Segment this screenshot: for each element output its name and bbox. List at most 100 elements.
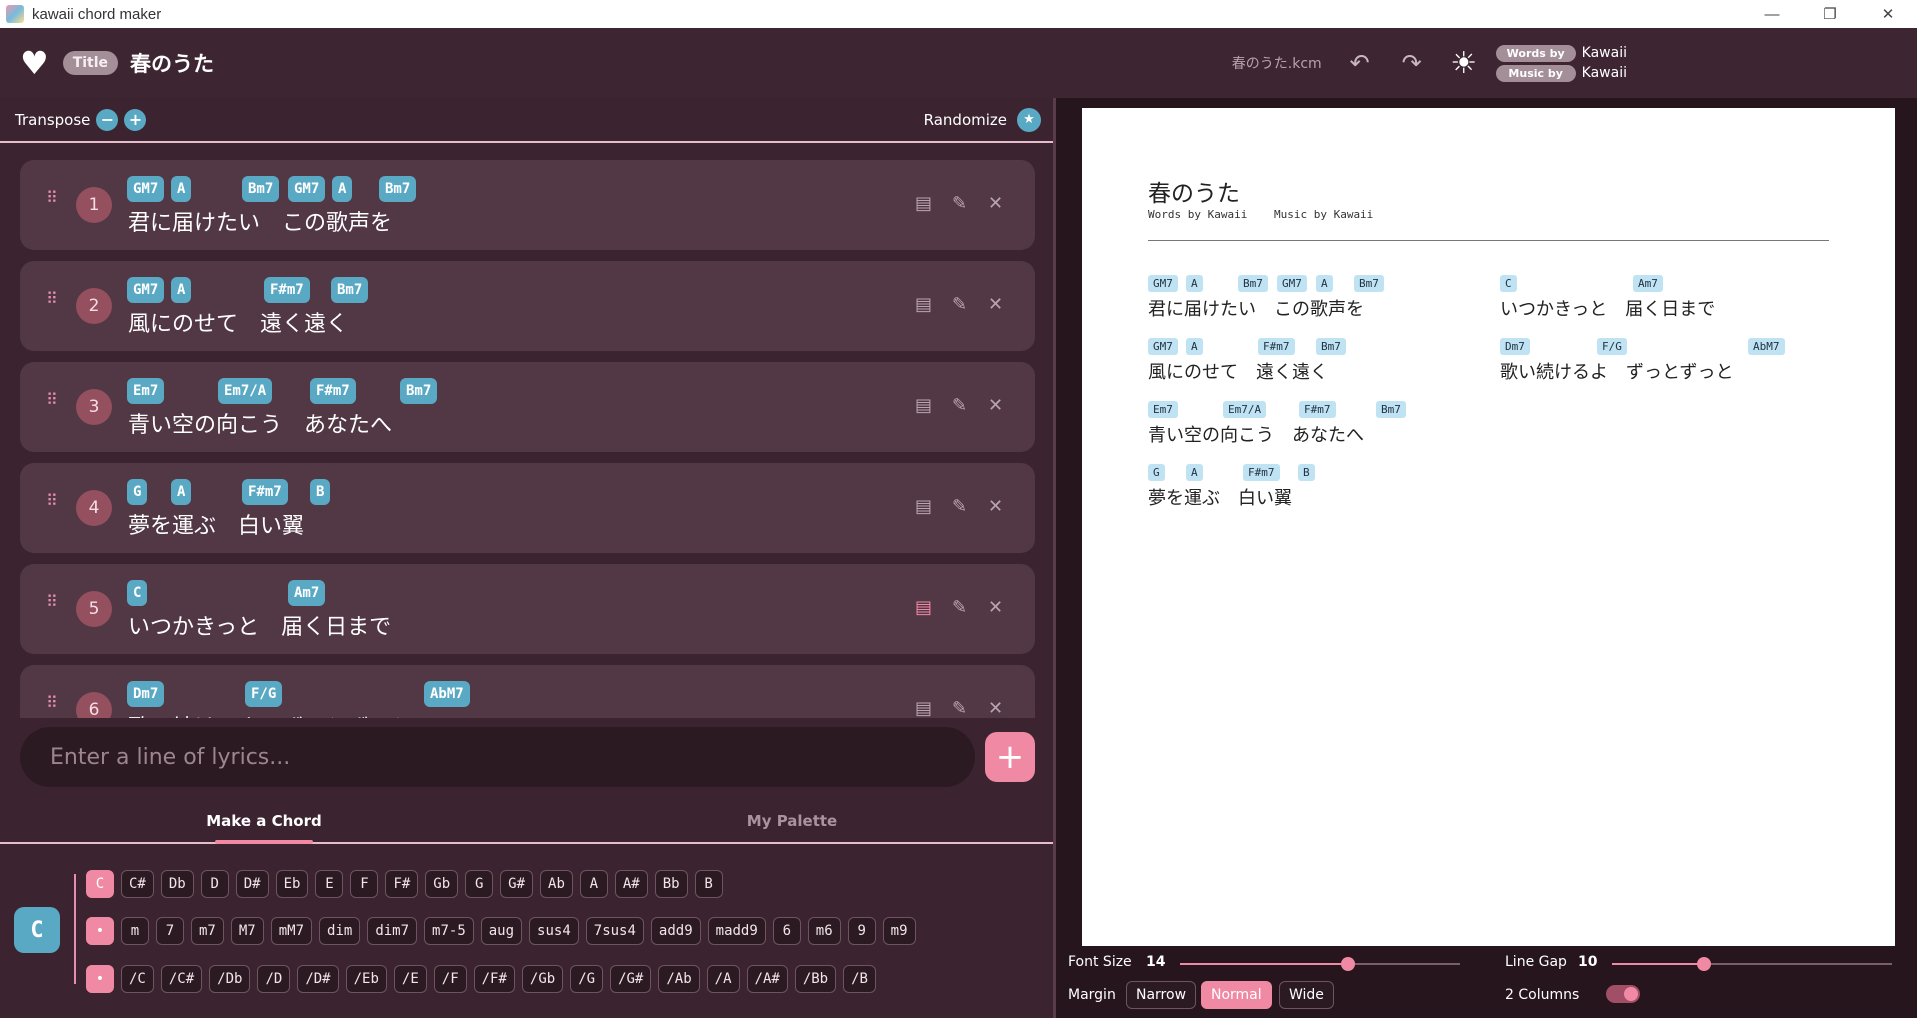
lyric-text[interactable]: いつかきっと 届く日まで bbox=[128, 609, 391, 641]
edit-icon[interactable]: ✎ bbox=[952, 698, 967, 718]
quality-button[interactable]: 7sus4 bbox=[585, 917, 644, 945]
root-note-button[interactable]: A# bbox=[614, 870, 648, 898]
root-note-button[interactable]: C bbox=[86, 870, 114, 898]
bass-note-button[interactable]: /F# bbox=[473, 965, 515, 993]
lyric-text[interactable]: 夢を運ぶ 白い翼 bbox=[128, 508, 304, 540]
quality-button[interactable]: m bbox=[121, 917, 149, 945]
lyric-input[interactable] bbox=[20, 727, 975, 787]
lyric-text[interactable]: 青い空の向こう あなたへ bbox=[128, 407, 392, 439]
root-note-button[interactable]: A bbox=[579, 870, 608, 898]
chord-tag[interactable]: Em7 bbox=[127, 378, 165, 404]
lyric-line[interactable]: ⠿ 1 GM7 A Bm7 GM7 A Bm7 君に届けたい この歌声を ▤ ✎… bbox=[20, 160, 1035, 250]
lyric-line[interactable]: ⠿ 4 G A F#m7 B 夢を運ぶ 白い翼 ▤ ✎ ✕ bbox=[20, 463, 1035, 553]
drag-handle-icon[interactable]: ⠿ bbox=[46, 493, 60, 519]
close-window-icon[interactable]: ✕ bbox=[1859, 0, 1917, 28]
bass-note-button[interactable]: /G bbox=[570, 965, 604, 993]
bass-note-button[interactable]: /G# bbox=[610, 965, 652, 993]
drag-handle-icon[interactable]: ⠿ bbox=[46, 695, 60, 718]
column-break-icon[interactable]: ▤ bbox=[915, 496, 932, 517]
root-note-button[interactable]: D# bbox=[235, 870, 269, 898]
root-note-button[interactable]: C# bbox=[121, 870, 154, 898]
delete-icon[interactable]: ✕ bbox=[988, 597, 1003, 618]
quality-button[interactable]: add9 bbox=[650, 917, 701, 945]
delete-icon[interactable]: ✕ bbox=[988, 294, 1003, 315]
lyric-text[interactable]: 歌い続けるよ ずっとずっと bbox=[128, 710, 413, 718]
bass-note-button[interactable]: /D bbox=[257, 965, 291, 993]
chord-tag[interactable]: Am7 bbox=[288, 580, 326, 606]
chord-tag[interactable]: Em7/A bbox=[218, 378, 273, 404]
bass-note-button[interactable]: /F bbox=[433, 965, 467, 993]
delete-icon[interactable]: ✕ bbox=[988, 395, 1003, 416]
root-note-button[interactable]: E bbox=[315, 870, 344, 898]
quality-button[interactable]: m6 bbox=[807, 917, 841, 945]
lyric-lines-list[interactable]: ⠿ 1 GM7 A Bm7 GM7 A Bm7 君に届けたい この歌声を ▤ ✎… bbox=[0, 145, 1056, 718]
lyric-line[interactable]: ⠿ 5 C Am7 いつかきっと 届く日まで ▤ ✎ ✕ bbox=[20, 564, 1035, 654]
line-gap-slider[interactable] bbox=[1612, 957, 1892, 971]
bass-note-button[interactable]: /E bbox=[393, 965, 427, 993]
margin-narrow-button[interactable]: Narrow bbox=[1126, 981, 1197, 1009]
quality-button[interactable]: 9 bbox=[847, 917, 876, 945]
chord-tag[interactable]: Bm7 bbox=[331, 277, 369, 303]
quality-button[interactable]: madd9 bbox=[707, 917, 766, 945]
delete-icon[interactable]: ✕ bbox=[988, 496, 1003, 517]
drag-handle-icon[interactable]: ⠿ bbox=[46, 291, 60, 317]
music-by-value[interactable]: Kawaii bbox=[1582, 65, 1627, 81]
edit-icon[interactable]: ✎ bbox=[952, 193, 967, 214]
quality-button[interactable]: • bbox=[86, 917, 114, 945]
drag-handle-icon[interactable]: ⠿ bbox=[46, 594, 60, 620]
root-note-button[interactable]: G bbox=[465, 870, 494, 898]
redo-icon[interactable]: ↷ bbox=[1398, 49, 1426, 77]
edit-icon[interactable]: ✎ bbox=[952, 294, 967, 315]
add-line-button[interactable]: + bbox=[985, 732, 1035, 782]
chord-tag[interactable]: C bbox=[127, 580, 148, 606]
randomize-star-icon[interactable]: ★ bbox=[1017, 107, 1041, 132]
root-note-button[interactable]: Gb bbox=[425, 870, 459, 898]
drag-handle-icon[interactable]: ⠿ bbox=[46, 190, 60, 216]
undo-icon[interactable]: ↶ bbox=[1346, 49, 1374, 77]
chord-tag[interactable]: GM7 bbox=[127, 277, 165, 303]
chord-tag[interactable]: A bbox=[332, 176, 353, 202]
bass-note-button[interactable]: /D# bbox=[297, 965, 339, 993]
lyric-text[interactable]: 君に届けたい この歌声を bbox=[128, 205, 392, 237]
chord-tag[interactable]: B bbox=[310, 479, 331, 505]
chord-tag[interactable]: Dm7 bbox=[127, 681, 165, 707]
chord-tag[interactable]: F#m7 bbox=[264, 277, 310, 303]
lyric-line[interactable]: ⠿ 6 Dm7 F/G AbM7 歌い続けるよ ずっとずっと ▤ ✎ ✕ bbox=[20, 665, 1035, 718]
chord-tag[interactable]: F#m7 bbox=[242, 479, 288, 505]
minimize-icon[interactable]: — bbox=[1743, 0, 1801, 28]
chord-tag[interactable]: A bbox=[171, 176, 192, 202]
chord-tag[interactable]: Bm7 bbox=[379, 176, 417, 202]
root-note-button[interactable]: F bbox=[350, 870, 379, 898]
margin-normal-button[interactable]: Normal bbox=[1201, 981, 1272, 1009]
restore-icon[interactable]: ❐ bbox=[1801, 0, 1859, 28]
words-by-value[interactable]: Kawaii bbox=[1582, 45, 1627, 61]
column-break-icon[interactable]: ▤ bbox=[915, 395, 932, 416]
chord-tag[interactable]: A bbox=[171, 277, 192, 303]
bass-note-button[interactable]: /Gb bbox=[521, 965, 564, 993]
column-break-icon[interactable]: ▤ bbox=[915, 698, 932, 718]
two-columns-toggle[interactable] bbox=[1606, 985, 1640, 1003]
song-title[interactable]: 春のうた bbox=[130, 48, 214, 78]
transpose-up-button[interactable]: + bbox=[124, 108, 147, 131]
tab-make-a-chord[interactable]: Make a Chord bbox=[0, 800, 528, 842]
chord-tag[interactable]: F/G bbox=[245, 681, 283, 707]
bass-note-button[interactable]: /Eb bbox=[345, 965, 387, 993]
root-note-button[interactable]: F# bbox=[385, 870, 419, 898]
current-chord-preview[interactable]: C bbox=[14, 907, 60, 953]
quality-button[interactable]: dim bbox=[319, 917, 361, 945]
bass-note-button[interactable]: • bbox=[86, 965, 114, 993]
chord-tag[interactable]: F#m7 bbox=[310, 378, 356, 404]
column-break-icon[interactable]: ▤ bbox=[915, 193, 932, 214]
column-break-icon[interactable]: ▤ bbox=[915, 597, 932, 618]
root-note-button[interactable]: G# bbox=[500, 870, 534, 898]
line-gap-slider-thumb[interactable] bbox=[1697, 957, 1712, 971]
root-note-button[interactable]: Bb bbox=[654, 870, 688, 898]
column-break-icon[interactable]: ▤ bbox=[915, 294, 932, 315]
quality-button[interactable]: mM7 bbox=[270, 917, 313, 945]
bass-note-button[interactable]: /C# bbox=[160, 965, 203, 993]
quality-button[interactable]: 7 bbox=[156, 917, 184, 945]
chord-tag[interactable]: Bm7 bbox=[242, 176, 280, 202]
lyric-line[interactable]: ⠿ 3 Em7 Em7/A F#m7 Bm7 青い空の向こう あなたへ ▤ ✎ … bbox=[20, 362, 1035, 452]
chord-tag[interactable]: GM7 bbox=[127, 176, 165, 202]
delete-icon[interactable]: ✕ bbox=[988, 698, 1003, 718]
